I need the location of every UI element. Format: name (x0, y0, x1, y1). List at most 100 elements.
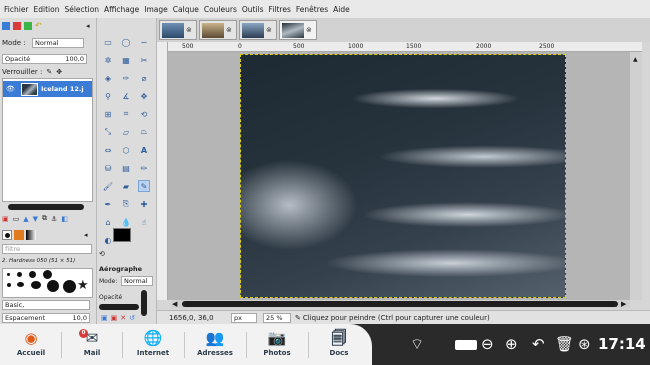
cage-tool-icon[interactable]: ⬡ (120, 144, 132, 156)
eraser-tool-icon[interactable]: ▰ (120, 180, 132, 192)
layers-scrollbar[interactable] (8, 204, 84, 210)
trash-icon[interactable]: 🗑 (555, 333, 574, 355)
tool-options-tab-icon[interactable]: ⟲ (99, 250, 105, 258)
image-tab[interactable]: ⊗ (199, 20, 237, 40)
airbrush-tool-icon[interactable]: ✎ (138, 180, 150, 192)
brush-item[interactable] (47, 280, 59, 292)
dock-menu-icon[interactable]: ◂ (86, 22, 90, 30)
image-canvas[interactable] (240, 54, 566, 298)
gradients-tab-icon[interactable] (26, 230, 36, 240)
brush-item[interactable] (29, 271, 36, 278)
blend-tool-icon[interactable]: ▤ (120, 162, 132, 174)
flip-tool-icon[interactable]: ⇔ (102, 144, 114, 156)
menu-selection[interactable]: Sélection (64, 5, 99, 14)
unit-select[interactable]: px (231, 312, 257, 323)
fuzzy-select-tool-icon[interactable]: ✲ (102, 54, 114, 66)
brush-filter-input[interactable]: filtre (2, 244, 92, 254)
menu-filtres[interactable]: Filtres (269, 5, 291, 14)
image-tab-active[interactable]: ⊗ (279, 20, 317, 40)
undo-icon[interactable]: ↶ (532, 333, 545, 355)
lock-position-icon[interactable]: ✥ (56, 68, 62, 76)
menu-edition[interactable]: Edition (34, 5, 60, 14)
ink-tool-icon[interactable]: ✒ (102, 198, 114, 210)
raise-layer-icon[interactable]: ▲ (23, 215, 28, 223)
tool-options-scrollbar[interactable] (141, 290, 147, 316)
brush-preset-select[interactable]: Basic, (2, 300, 90, 310)
brush-item[interactable] (43, 270, 52, 279)
layers-tab-icon[interactable] (2, 21, 10, 30)
layer-row[interactable]: 👁 Iceland 12.j (3, 81, 92, 97)
menu-outils[interactable]: Outils (242, 5, 264, 14)
color-picker-tool-icon[interactable]: ⌀ (138, 72, 150, 84)
channels-tab-icon[interactable] (13, 21, 21, 30)
perspective-tool-icon[interactable]: ⏢ (138, 126, 150, 138)
reset-options-icon[interactable]: ↺ (129, 314, 135, 322)
brush-item[interactable] (7, 283, 11, 287)
volume-down-icon[interactable]: ⊖ (481, 333, 494, 355)
brush-item[interactable] (17, 282, 24, 287)
menu-aide[interactable]: Aide (333, 5, 350, 14)
scale-tool-icon[interactable]: ⤡ (102, 126, 114, 138)
paths-tool-icon[interactable]: ✑ (120, 72, 132, 84)
mode-select[interactable]: Normal (32, 38, 84, 48)
launcher-accueil[interactable]: ◉ Accueil (2, 327, 60, 357)
menu-fenetres[interactable]: Fenêtres (296, 5, 328, 14)
launcher-photos[interactable]: 📷 Photos (248, 327, 306, 357)
blur-tool-icon[interactable]: 💧 (120, 216, 132, 228)
brush-dock-menu-icon[interactable]: ◂ (84, 231, 88, 239)
visibility-eye-icon[interactable]: 👁 (6, 85, 15, 93)
brushes-tab-icon[interactable] (2, 230, 12, 240)
menu-image[interactable]: Image (144, 5, 168, 14)
undo-tab-icon[interactable]: ↶ (35, 21, 42, 30)
close-icon[interactable]: ⊗ (226, 26, 232, 34)
menu-affichage[interactable]: Affichage (104, 5, 139, 14)
scroll-up-icon[interactable]: ▲ (633, 56, 638, 63)
close-icon[interactable]: ⊗ (306, 26, 312, 34)
launcher-adresses[interactable]: 👥 Adresses (186, 327, 244, 357)
launcher-internet[interactable]: 🌐 Internet (124, 327, 182, 357)
new-group-icon[interactable]: ▭ (13, 215, 20, 223)
delete-options-icon[interactable]: ✕ (120, 314, 126, 322)
image-tab[interactable]: ⊗ (239, 20, 277, 40)
scrollbar-thumb[interactable] (182, 301, 618, 307)
tool-opacity-slider[interactable] (99, 304, 139, 310)
patterns-tab-icon[interactable] (14, 230, 24, 240)
bucket-fill-tool-icon[interactable]: ⛁ (102, 162, 114, 174)
image-tab[interactable]: ⊗ (159, 20, 197, 40)
opacity-field[interactable]: Opacité 100,0 (2, 54, 87, 64)
paths-tab-icon[interactable] (24, 21, 32, 30)
scroll-left-icon[interactable]: ◀ (172, 300, 177, 308)
brush-item[interactable] (31, 281, 41, 289)
wifi-icon[interactable]: ⌔ (410, 333, 424, 355)
smudge-tool-icon[interactable]: ☝ (138, 216, 150, 228)
horizontal-scrollbar[interactable]: ◀ ▶ (172, 300, 630, 308)
color-select-tool-icon[interactable]: ▦ (120, 54, 132, 66)
vertical-scrollbar[interactable]: ▲ (630, 52, 642, 300)
foreground-color-swatch[interactable] (113, 228, 131, 242)
pencil-tool-icon[interactable]: ✏ (138, 162, 150, 174)
paintbrush-tool-icon[interactable]: 🖌 (102, 180, 114, 192)
shear-tool-icon[interactable]: ▱ (120, 126, 132, 138)
star-brush-icon[interactable]: ★ (77, 278, 89, 293)
lower-layer-icon[interactable]: ▼ (33, 215, 38, 223)
brush-item[interactable] (63, 280, 76, 293)
launcher-docs[interactable]: 🗐 Docs (310, 327, 368, 357)
move-tool-icon[interactable]: ✥ (138, 90, 150, 102)
rotate-tool-icon[interactable]: ⟲ (138, 108, 150, 120)
free-select-tool-icon[interactable]: ∽ (138, 36, 150, 48)
scissors-tool-icon[interactable]: ✂ (138, 54, 150, 66)
brush-grid[interactable]: ★ (2, 268, 93, 298)
tool-mode-select[interactable]: Normal (121, 276, 153, 286)
volume-up-icon[interactable]: ⊕ (505, 333, 518, 355)
brush-item[interactable] (7, 273, 10, 276)
text-tool-icon[interactable]: A (138, 144, 150, 156)
foreground-select-tool-icon[interactable]: ◈ (102, 72, 114, 84)
ellipse-select-tool-icon[interactable]: ◯ (120, 36, 132, 48)
menu-calque[interactable]: Calque (173, 5, 199, 14)
spacing-field[interactable]: Espacement 10,0 (2, 313, 90, 323)
crop-tool-icon[interactable]: ⌗ (120, 108, 132, 120)
perspective-clone-tool-icon[interactable]: ⌂ (102, 216, 114, 228)
restore-options-icon[interactable]: ▣ (111, 314, 118, 322)
new-layer-icon[interactable]: ▣ (2, 215, 9, 223)
measure-tool-icon[interactable]: ∡ (120, 90, 132, 102)
